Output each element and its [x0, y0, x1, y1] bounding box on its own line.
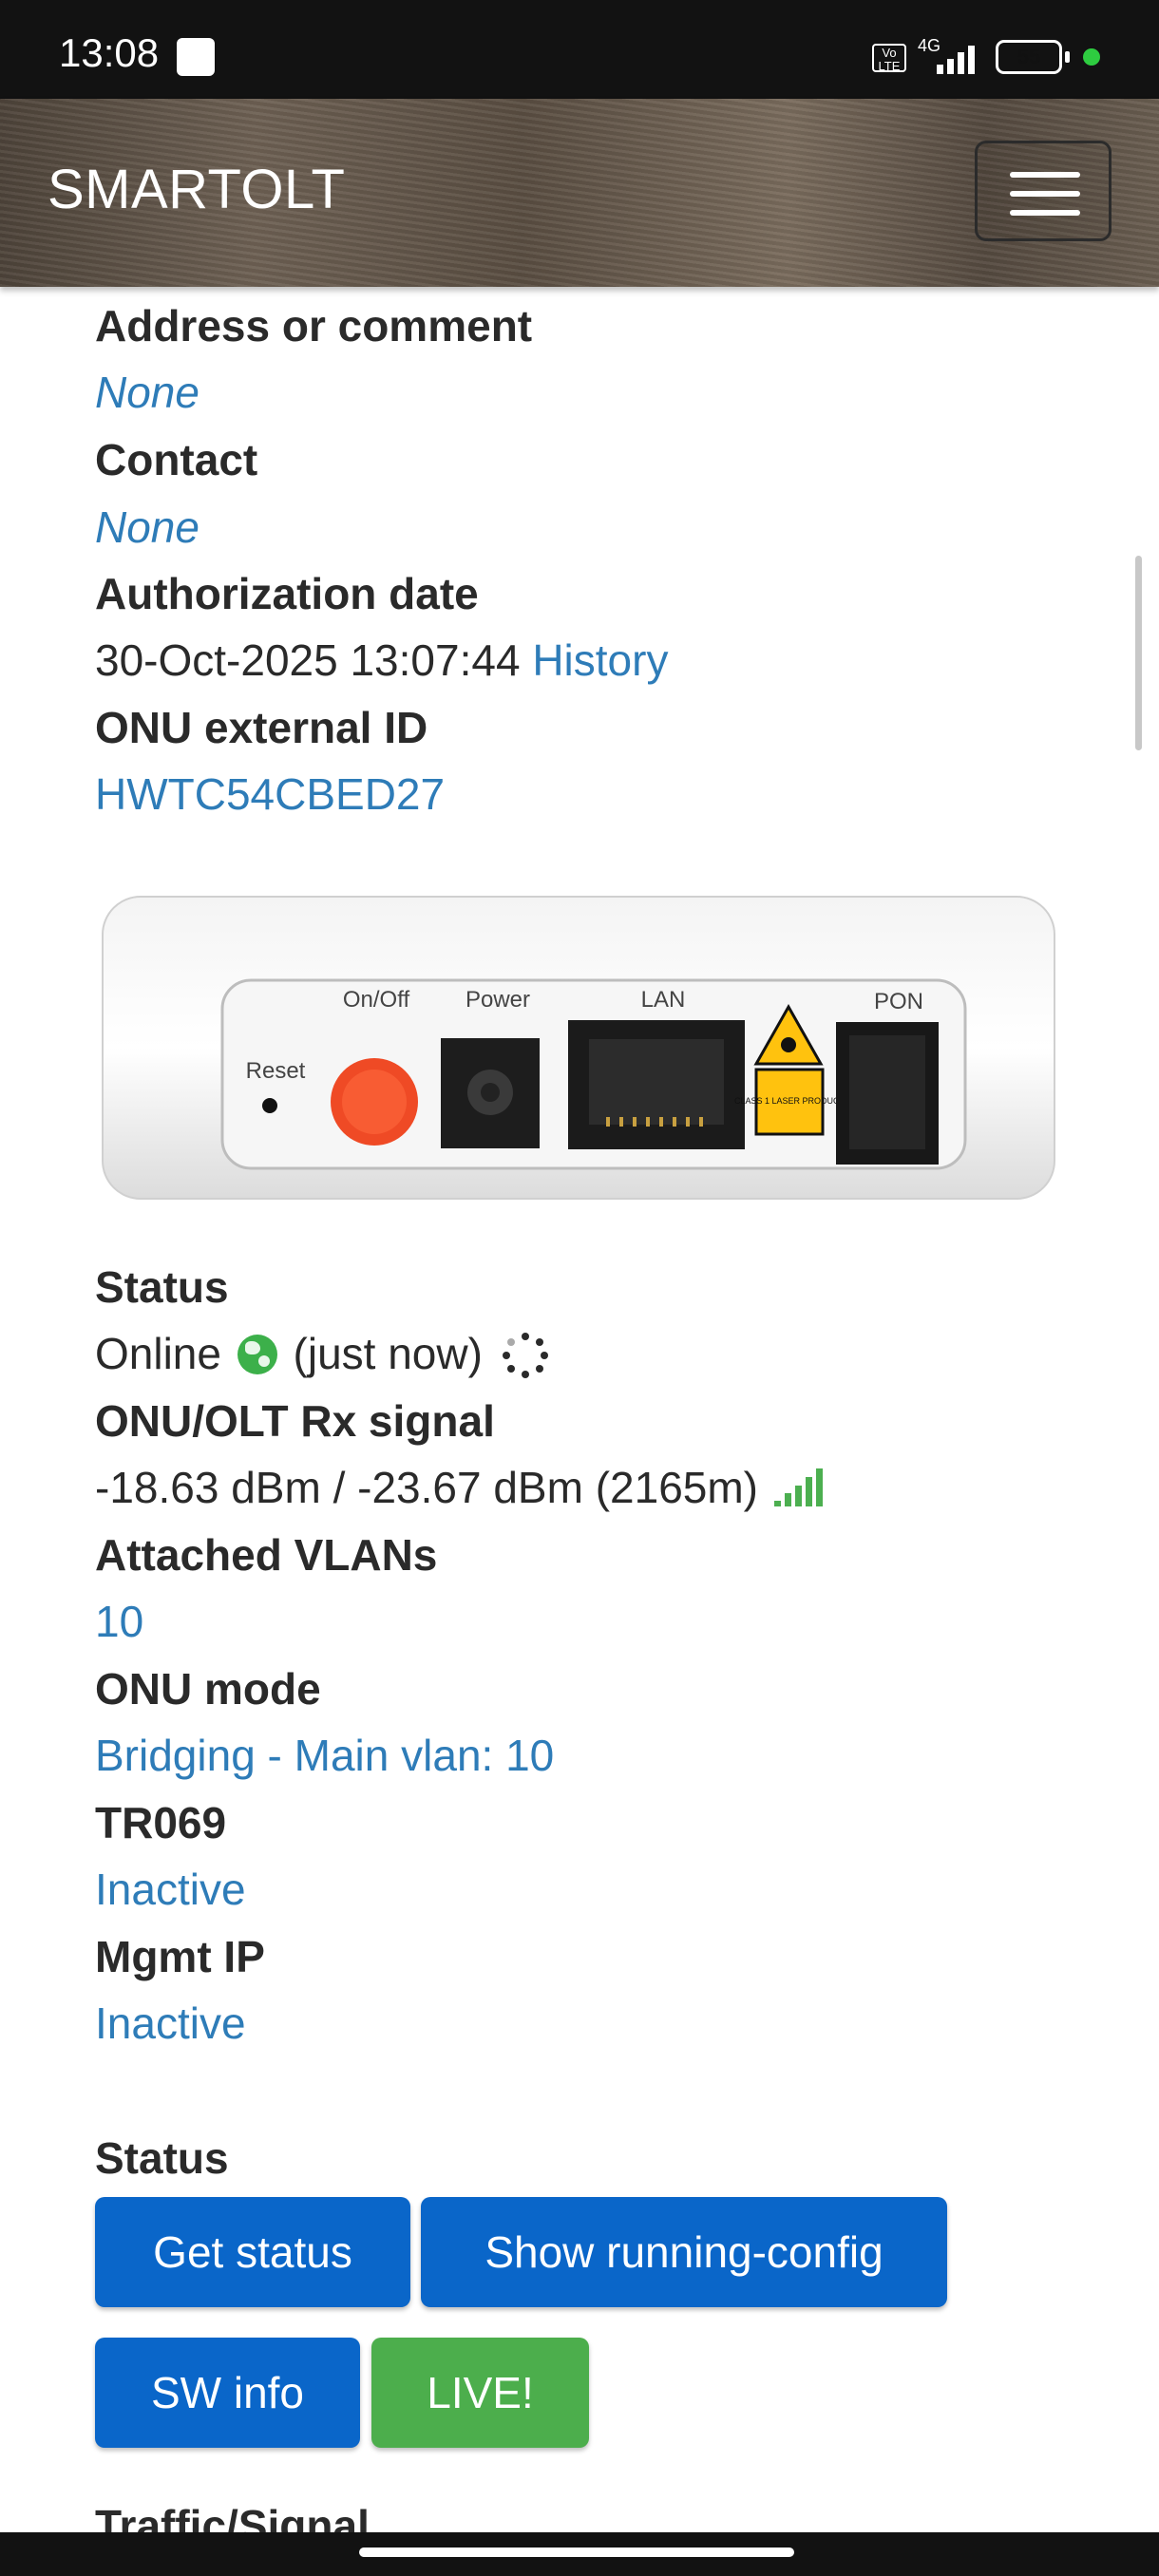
- mgmt-ip-link[interactable]: Inactive: [95, 1998, 246, 2049]
- status-time: (just now): [293, 1329, 483, 1378]
- rx-signal-value: -18.63 dBm / -23.67 dBm (2165m): [95, 1463, 758, 1512]
- privacy-dot-icon: [1083, 48, 1100, 66]
- address-value-link[interactable]: None: [95, 367, 200, 418]
- reset-hole: [262, 1098, 277, 1113]
- authorization-date-value: 30-Oct-2025 13:07:44: [95, 635, 521, 685]
- rx-signal-row: -18.63 dBm / -23.67 dBm (2165m): [95, 1462, 826, 1513]
- onu-mode-label: ONU mode: [95, 1664, 321, 1714]
- contact-label: Contact: [95, 435, 258, 484]
- reset-port-label: Reset: [246, 1058, 306, 1084]
- authorization-date-row: 30-Oct-2025 13:07:44 History: [95, 635, 668, 686]
- sw-info-button[interactable]: SW info: [95, 2338, 360, 2448]
- signal-icon: [937, 40, 984, 74]
- status-value: Online: [95, 1329, 221, 1378]
- brand-logo[interactable]: SMARTOLT: [48, 158, 345, 221]
- onoff-label: On/Off: [343, 987, 410, 1013]
- external-id-link[interactable]: HWTC54CBED27: [95, 768, 445, 820]
- volte-icon: Vo LTE: [872, 44, 906, 73]
- loading-spinner-icon: [502, 1333, 548, 1378]
- status-label: Status: [95, 1262, 229, 1312]
- mgmt-ip-label: Mgmt IP: [95, 1932, 265, 1981]
- app-navbar: SMARTOLT: [0, 99, 1159, 287]
- battery-tip: [1065, 51, 1070, 63]
- battery-percent: 55: [1016, 45, 1041, 68]
- battery-icon: 55: [996, 40, 1062, 74]
- clock: 13:08: [59, 30, 160, 75]
- rx-signal-label: ONU/OLT Rx signal: [95, 1396, 495, 1446]
- notification-icon: [177, 38, 215, 76]
- address-label: Address or comment: [95, 301, 533, 350]
- pon-port-label: PON: [874, 989, 923, 1014]
- tr069-label: TR069: [95, 1798, 227, 1847]
- onu-device-image: Reset On/Off Power LAN CLASS 1 LASER PRO…: [102, 896, 1055, 1200]
- vlans-link[interactable]: 10: [95, 1596, 143, 1647]
- show-running-config-button[interactable]: Show running-config: [421, 2197, 947, 2307]
- home-gesture-bar[interactable]: [359, 2548, 794, 2557]
- external-id-label: ONU external ID: [95, 703, 428, 752]
- status-row: Online (just now): [95, 1328, 548, 1379]
- history-link[interactable]: History: [532, 635, 668, 685]
- lan-port-label: LAN: [641, 987, 686, 1013]
- scrollbar[interactable]: [1135, 556, 1142, 750]
- authorization-date-label: Authorization date: [95, 569, 479, 618]
- hamburger-icon: [1010, 172, 1080, 178]
- system-status-bar: 13:08 Vo LTE 4G 55: [0, 0, 1159, 99]
- vlans-label: Attached VLANs: [95, 1530, 438, 1580]
- get-status-button[interactable]: Get status: [95, 2197, 410, 2307]
- laser-class-text: CLASS 1 LASER PRODUCT: [734, 1096, 846, 1106]
- onu-mode-link[interactable]: Bridging - Main vlan: 10: [95, 1730, 554, 1781]
- actions-section-label: Status: [95, 2133, 229, 2183]
- menu-toggle-button[interactable]: [975, 141, 1112, 241]
- live-button[interactable]: LIVE!: [371, 2338, 589, 2448]
- tr069-link[interactable]: Inactive: [95, 1864, 246, 1915]
- signal-strength-icon: [773, 1467, 826, 1506]
- power-port-label: Power: [466, 987, 530, 1013]
- globe-online-icon: [237, 1335, 277, 1374]
- contact-value-link[interactable]: None: [95, 502, 200, 553]
